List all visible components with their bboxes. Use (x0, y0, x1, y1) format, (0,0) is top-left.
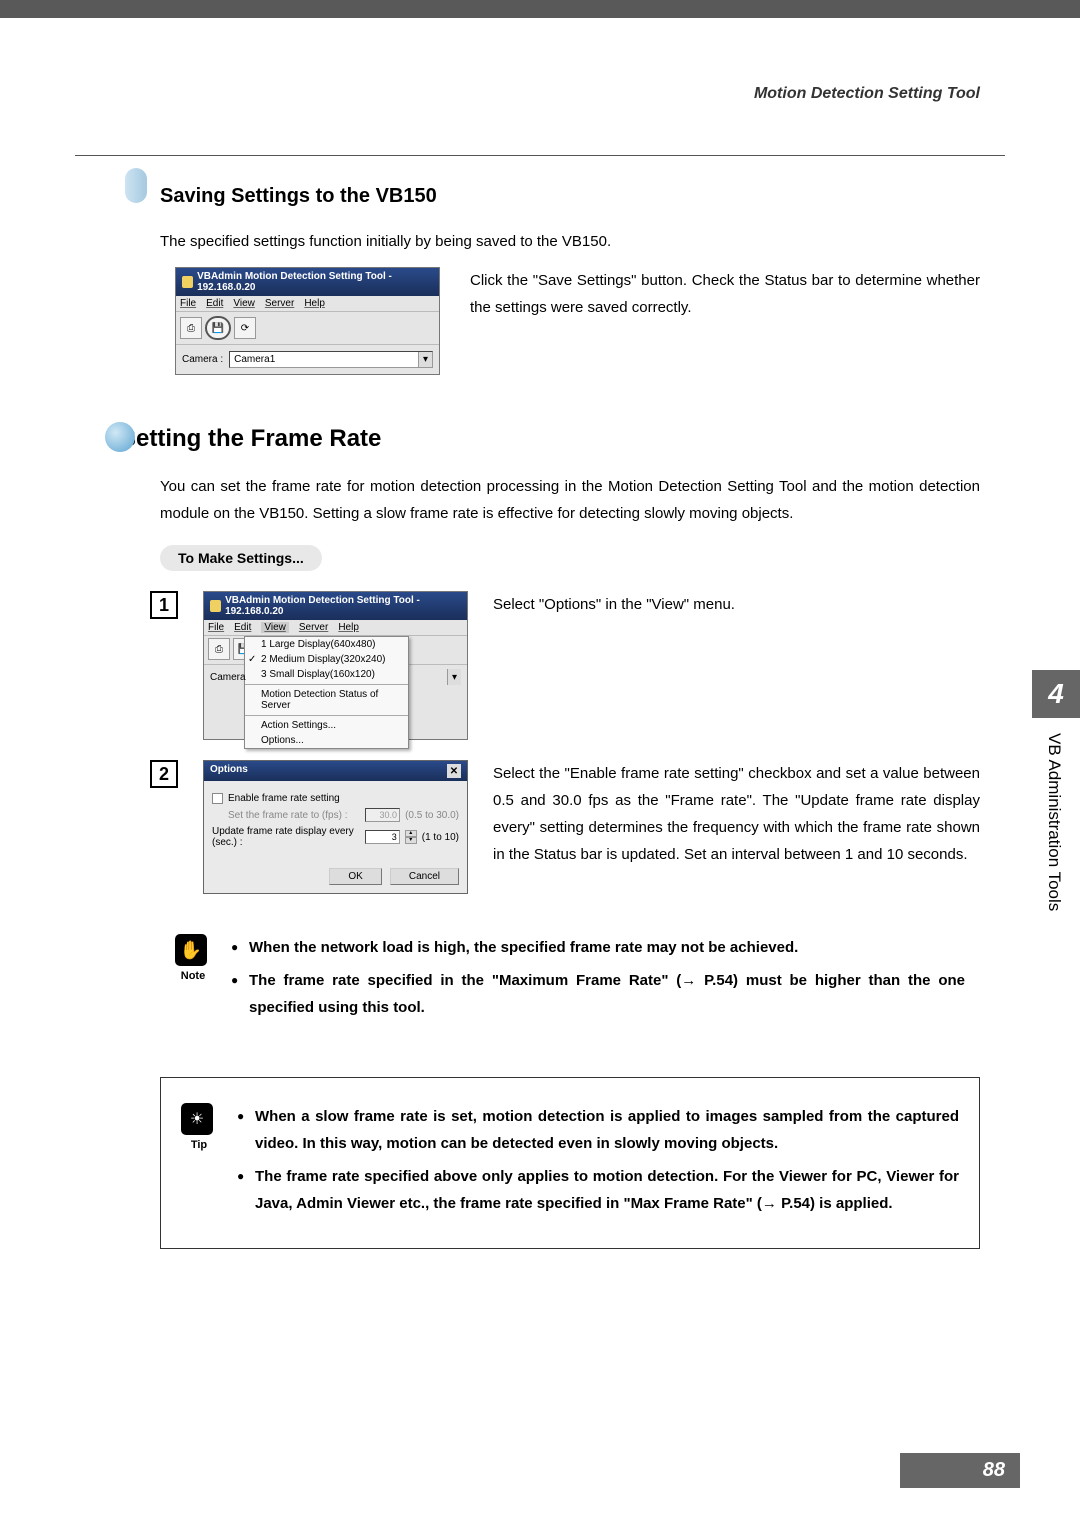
tip-label: Tip (181, 1139, 217, 1151)
menu-help[interactable]: Help (338, 622, 359, 633)
step1-camera-label: Camera (210, 672, 246, 683)
window-titlebar: VBAdmin Motion Detection Setting Tool - … (176, 268, 439, 296)
options-titlebar: Options ✕ (204, 761, 467, 781)
frame-rate-intro: You can set the frame rate for motion de… (160, 473, 980, 527)
menu-help[interactable]: Help (304, 298, 325, 309)
to-make-settings-pill: To Make Settings... (160, 545, 322, 571)
note-icon: ✋ (175, 934, 207, 966)
frame-rate-heading: Setting the Frame Rate (120, 425, 980, 453)
tip-bullet-1: When a slow frame rate is set, motion de… (237, 1103, 959, 1157)
app-icon (182, 276, 193, 288)
section-bullet-icon (105, 422, 135, 452)
menu-separator (245, 715, 408, 716)
menu-view[interactable]: View (261, 622, 289, 633)
tip-bullet-2: The frame rate specified above only appl… (237, 1163, 959, 1217)
dropdown-arrow-icon[interactable]: ▾ (447, 669, 461, 685)
enable-frame-rate-label: Enable frame rate setting (228, 793, 340, 804)
tip-b2-post: P.54) is applied. (777, 1195, 893, 1212)
step1-window-title: VBAdmin Motion Detection Setting Tool - … (225, 595, 461, 617)
cancel-button[interactable]: Cancel (390, 868, 459, 885)
note-box: ✋ Note When the network load is high, th… (160, 924, 980, 1037)
menu-file[interactable]: File (208, 622, 224, 633)
step-2-text: Select the "Enable frame rate setting" c… (493, 760, 980, 868)
note-label: Note (175, 970, 211, 982)
menu-item-options[interactable]: Options... (245, 733, 408, 748)
running-header: Motion Detection Setting Tool (754, 85, 980, 103)
options-title: Options (210, 764, 248, 778)
app-icon (210, 600, 221, 612)
step-1-text: Select "Options" in the "View" menu. (493, 591, 980, 618)
note-bullet-1: When the network load is high, the speci… (231, 934, 965, 961)
saving-intro: The specified settings function initiall… (160, 228, 980, 255)
step1-menubar[interactable]: File Edit View Server Help (204, 620, 467, 636)
options-dialog: Options ✕ Enable frame rate setting Set … (203, 760, 468, 894)
menu-item-action[interactable]: Action Settings... (245, 718, 408, 733)
step1-titlebar: VBAdmin Motion Detection Setting Tool - … (204, 592, 467, 620)
arrow-icon: → (762, 1195, 777, 1212)
toolbar-button-1[interactable]: ⎙ (208, 638, 230, 660)
camera-label: Camera : (182, 354, 223, 365)
update-every-input[interactable]: 3 (365, 830, 400, 844)
toolbar-button-1[interactable]: ⎙ (180, 317, 202, 339)
tip-box: ☀ Tip When a slow frame rate is set, mot… (160, 1077, 980, 1249)
step-2-number: 2 (150, 760, 178, 788)
menu-view[interactable]: View (233, 298, 255, 309)
frame-rate-hint: (0.5 to 30.0) (405, 810, 459, 821)
update-every-hint: (1 to 10) (422, 832, 459, 843)
frame-rate-input[interactable]: 30.0 (365, 808, 400, 822)
chapter-tab: 4 VB Administration Tools (1032, 670, 1080, 1070)
camera-select[interactable]: Camera1 ▾ (229, 351, 433, 368)
enable-frame-rate-checkbox[interactable] (212, 793, 223, 804)
step1-app-window: VBAdmin Motion Detection Setting Tool - … (203, 591, 468, 740)
arrow-icon: → (681, 972, 696, 989)
menu-server[interactable]: Server (299, 622, 328, 633)
update-every-label: Update frame rate display every (sec.) : (212, 826, 360, 848)
subsection-bullet-icon (125, 168, 147, 203)
note-bullet-2: The frame rate specified in the "Maximum… (231, 967, 965, 1021)
dropdown-arrow-icon[interactable]: ▾ (418, 352, 432, 367)
saving-heading: Saving Settings to the VB150 (160, 185, 980, 208)
menu-edit[interactable]: Edit (234, 622, 251, 633)
note-b2-pre: The frame rate specified in the "Maximum… (249, 972, 681, 989)
menu-file[interactable]: File (180, 298, 196, 309)
view-menu-dropdown[interactable]: 1 Large Display(640x480) 2 Medium Displa… (244, 636, 409, 749)
ok-button[interactable]: OK (329, 868, 381, 885)
frame-rate-label: Set the frame rate to (fps) : (228, 810, 360, 821)
toolbar: ⎙ 💾 ⟳ (176, 312, 439, 345)
saving-desc: Click the "Save Settings" button. Check … (470, 267, 980, 321)
header-rule (75, 155, 1005, 156)
menu-item-status[interactable]: Motion Detection Status of Server (245, 687, 408, 713)
window-title: VBAdmin Motion Detection Setting Tool - … (197, 271, 433, 293)
frame-rate-heading-text: Setting the Frame Rate (120, 425, 381, 452)
camera-value: Camera1 (234, 354, 275, 365)
menu-edit[interactable]: Edit (206, 298, 223, 309)
menu-server[interactable]: Server (265, 298, 294, 309)
save-settings-button[interactable]: 💾 (205, 316, 231, 340)
chapter-number: 4 (1032, 670, 1080, 718)
step-1-number: 1 (150, 591, 178, 619)
menubar[interactable]: File Edit View Server Help (176, 296, 439, 312)
page-number: 88 (900, 1453, 1020, 1488)
menu-item-large[interactable]: 1 Large Display(640x480) (245, 637, 408, 652)
close-icon[interactable]: ✕ (447, 764, 461, 778)
spinner-icon[interactable]: ▴▾ (405, 830, 417, 844)
chapter-title: VB Administration Tools (1032, 718, 1076, 1038)
toolbar-button-3[interactable]: ⟳ (234, 317, 256, 339)
saving-app-window: VBAdmin Motion Detection Setting Tool - … (175, 267, 440, 375)
tip-icon: ☀ (181, 1103, 213, 1135)
top-border (0, 0, 1080, 18)
